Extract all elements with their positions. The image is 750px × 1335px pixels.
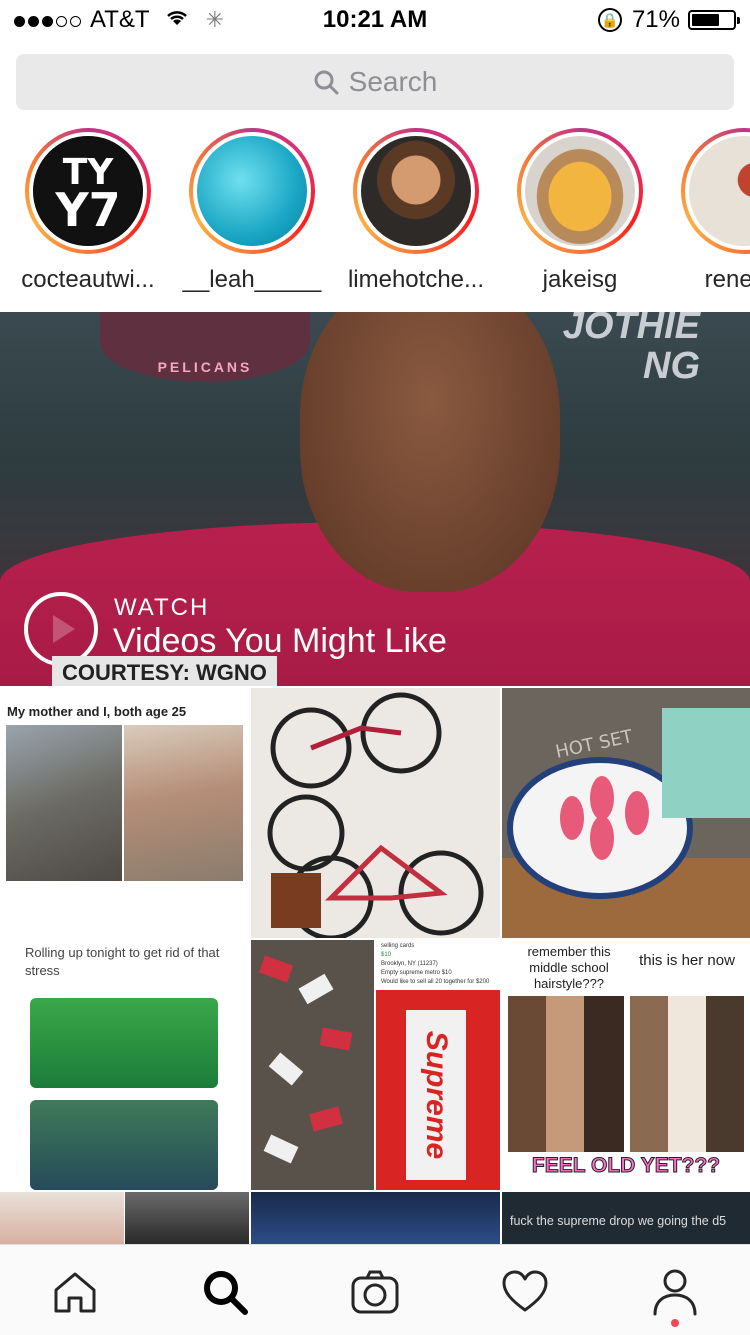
grid-post[interactable] <box>251 688 500 938</box>
post-photo: Supreme <box>376 990 500 1190</box>
camera-icon <box>351 1270 399 1314</box>
grid-post[interactable] <box>251 940 374 1190</box>
explore-grid: My mother and I, both age 25 HOT SET Rol… <box>0 688 750 1244</box>
listing-price: $10 <box>381 952 392 958</box>
story-item[interactable]: TY Y7 cocteautwi... <box>6 128 170 294</box>
tab-activity[interactable] <box>500 1267 550 1317</box>
home-icon <box>54 1272 96 1313</box>
battery-icon <box>688 10 740 30</box>
story-item[interactable]: __leah_____ <box>170 128 334 294</box>
battery-fill <box>692 14 720 26</box>
profile-icon <box>653 1269 697 1316</box>
meme-right-text: this is her now <box>639 952 735 969</box>
story-avatar <box>197 136 307 246</box>
tab-bar <box>0 1244 750 1335</box>
grid-post[interactable] <box>125 1192 249 1244</box>
story-username: reneeis <box>704 266 750 293</box>
plate-image: HOT SET <box>502 688 750 938</box>
listing-desc2: Would like to sell all 20 together for $… <box>381 979 490 985</box>
tab-profile[interactable] <box>650 1267 700 1317</box>
search-input[interactable]: Search <box>16 54 734 110</box>
story-ring <box>681 128 750 254</box>
post-photo <box>30 1100 218 1190</box>
cards-image <box>251 940 374 1190</box>
grid-post[interactable]: My mother and I, both age 25 <box>0 688 249 938</box>
story-avatar <box>689 136 750 246</box>
story-username: jakeisg <box>542 266 618 293</box>
story-username: limehotche... <box>347 266 485 293</box>
listing-title: selling cards <box>381 943 415 949</box>
post-caption: My mother and I, both age 25 <box>7 704 187 719</box>
post-photo <box>508 996 624 1152</box>
notification-dot <box>671 1319 679 1327</box>
heart-icon <box>502 1270 548 1312</box>
story-avatar <box>525 136 635 246</box>
brand-text: Supreme <box>420 1030 454 1160</box>
story-avatar: TY Y7 <box>33 136 143 246</box>
grid-post[interactable]: fuck the supreme drop we going the d5 <box>502 1192 750 1244</box>
bicycles-image <box>251 688 500 938</box>
grid-post[interactable] <box>251 1192 500 1244</box>
courtesy-caption: COURTESY: WGNO <box>52 656 277 686</box>
svg-text:Y7: Y7 <box>54 183 120 237</box>
post-photo <box>6 725 122 881</box>
post-photo <box>124 725 243 881</box>
story-item[interactable]: jakeisg <box>498 128 662 294</box>
tab-search[interactable] <box>200 1267 250 1317</box>
grid-post[interactable] <box>0 1192 124 1244</box>
story-username: cocteautwi... <box>21 266 155 293</box>
listing-desc: Empty supreme metro $10 <box>381 970 452 976</box>
post-caption: fuck the supreme drop we going the d5 <box>510 1214 727 1228</box>
story-ring <box>189 128 315 254</box>
search-placeholder: Search <box>348 66 438 97</box>
stories-tray[interactable]: TY Y7 cocteautwi... __leah_____ limehotch… <box>0 128 750 300</box>
grid-post[interactable]: HOT SET <box>502 688 750 938</box>
play-icon[interactable] <box>24 592 98 666</box>
grid-post[interactable]: remember this middle school hairstyle???… <box>502 940 750 1190</box>
story-ring <box>517 128 643 254</box>
story-ring <box>353 128 479 254</box>
story-ring: TY Y7 <box>25 128 151 254</box>
status-bar: AT&T ✳ 10:21 AM 🔒 71% <box>0 0 750 40</box>
search-icon <box>314 70 339 95</box>
search-icon <box>204 1271 248 1315</box>
tab-home[interactable] <box>50 1267 100 1317</box>
post-photo <box>30 998 218 1088</box>
post-photo <box>630 996 744 1152</box>
featured-video-card[interactable]: PELICANS JOTHIE NG WATCH Videos You Migh… <box>0 312 750 686</box>
featured-kicker: WATCH <box>114 594 210 621</box>
post-caption: Rolling up tonight to get rid of that st… <box>25 945 220 978</box>
story-item[interactable]: reneeis <box>662 128 750 294</box>
video-thumbnail-person <box>300 312 560 592</box>
story-avatar <box>361 136 471 246</box>
team-logo: PELICANS <box>100 312 310 382</box>
background-sign-text: JOTHIE NG <box>562 312 700 387</box>
listing-location: Brooklyn, NY (11237) <box>381 961 438 967</box>
rotation-lock-icon: 🔒 <box>597 8 622 32</box>
meme-left-text: remember this middle school hairstyle??? <box>527 944 611 991</box>
status-right: 🔒 71% <box>597 6 740 34</box>
battery-percent: 71% <box>631 6 680 33</box>
story-username: __leah_____ <box>182 266 322 293</box>
story-item[interactable]: limehotche... <box>334 128 498 294</box>
grid-post[interactable]: Rolling up tonight to get rid of that st… <box>0 940 249 1190</box>
grid-post[interactable]: selling cards $10 Brooklyn, NY (11237) E… <box>376 940 500 1190</box>
tab-camera[interactable] <box>350 1267 400 1317</box>
meme-bottom-text: FEEL OLD YET??? <box>531 1154 721 1178</box>
